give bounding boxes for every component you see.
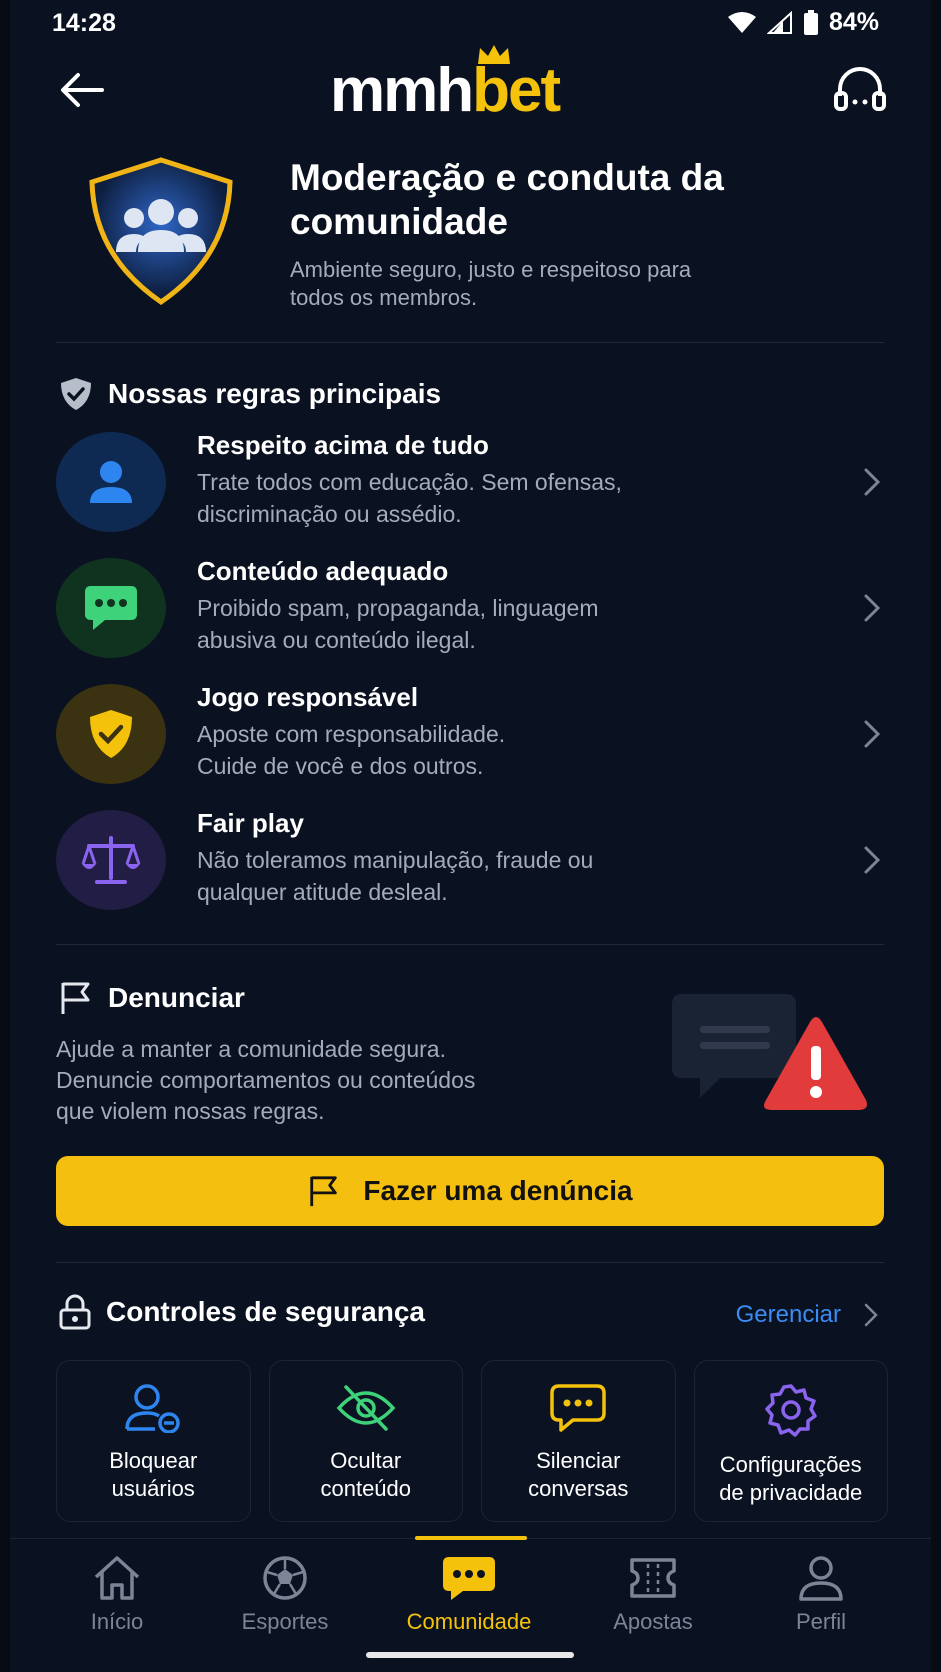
chevron-right-icon (864, 594, 881, 622)
signal-icon (766, 10, 792, 34)
lock-icon (59, 1294, 91, 1330)
flag-icon (310, 1176, 338, 1207)
rule-icon-bg (56, 684, 166, 784)
battery-percent: 84% (828, 8, 879, 36)
rule-description: Proibido spam, propaganda, linguagem abu… (197, 595, 599, 653)
eye-off-icon (336, 1385, 396, 1431)
back-button[interactable] (58, 66, 106, 114)
brand-logo: mmh bet (330, 45, 561, 125)
wifi-icon (727, 11, 756, 33)
rule-description: Aposte com responsabilidade. Cuide de vo… (197, 721, 506, 779)
nav-item-bets[interactable]: Apostas (578, 1555, 728, 1635)
rule-item-responsible-gaming[interactable]: Jogo responsável Aposte com responsabili… (56, 680, 884, 790)
status-bar: 14:28 84% (0, 0, 941, 46)
security-section-title: Controles de segurança (106, 1296, 425, 1327)
report-button[interactable]: Fazer uma denúncia (56, 1156, 884, 1226)
rules-section-header: Nossas regras principais (58, 376, 441, 412)
nav-item-home[interactable]: Início (42, 1555, 192, 1635)
rule-title: Fair play (197, 808, 304, 838)
nav-item-sports[interactable]: Esportes (210, 1555, 360, 1635)
nav-item-community[interactable]: Comunidade (394, 1555, 544, 1635)
battery-icon (803, 9, 818, 35)
divider (56, 342, 884, 343)
chevron-right-icon (864, 846, 881, 874)
rule-title: Conteúdo adequado (197, 556, 449, 586)
home-indicator[interactable] (366, 1652, 574, 1658)
nav-item-profile[interactable]: Perfil (746, 1555, 896, 1635)
hide-content-label: Ocultar conteúdo (320, 1448, 412, 1501)
block-users-card[interactable]: Bloquear usuários (56, 1360, 251, 1522)
rule-description: Trate todos com educação. Sem ofensas, d… (197, 469, 622, 527)
nav-label: Apostas (613, 1609, 693, 1634)
privacy-settings-card[interactable]: Configurações de privacidade (693, 1360, 888, 1522)
support-button[interactable] (831, 62, 889, 120)
rule-item-content[interactable]: Conteúdo adequado Proibido spam, propaga… (56, 554, 884, 664)
chat-bubble-icon (85, 586, 137, 630)
rule-icon-bg (56, 432, 166, 532)
rule-title: Respeito acima de tudo (197, 430, 489, 460)
logo-text-main: mmh (330, 56, 474, 125)
chat-bubble-icon (443, 1557, 495, 1600)
mute-conversations-card[interactable]: Silenciar conversas (481, 1360, 676, 1522)
page-title: Moderação e conduta da comunidade (290, 157, 724, 242)
security-section-header: Controles de segurança (58, 1294, 425, 1330)
report-description: Ajude a manter a comunidade segura. Denu… (56, 1036, 476, 1124)
person-icon (90, 461, 132, 503)
flag-icon (61, 982, 90, 1014)
rule-description: Não toleramos manipulação, fraude ou qua… (197, 847, 594, 905)
report-section-header: Denunciar (58, 980, 245, 1016)
page-subtitle: Ambiente seguro, justo e respeitoso para… (290, 257, 692, 310)
headset-icon (834, 67, 886, 111)
rule-item-respect[interactable]: Respeito acima de tudo Trate todos com e… (56, 428, 884, 538)
person-icon (799, 1556, 843, 1601)
rule-title: Jogo responsável (197, 682, 419, 712)
report-warning-illustration (672, 994, 867, 1110)
privacy-settings-label: Configurações de privacidade (719, 1452, 863, 1505)
shield-check-icon (61, 378, 91, 410)
report-button-label: Fazer uma denúncia (363, 1175, 633, 1206)
logo-text-accent: bet (472, 56, 561, 125)
divider (56, 944, 884, 945)
home-icon (94, 1556, 140, 1600)
nav-label: Esportes (241, 1609, 329, 1634)
chevron-right-icon (864, 720, 881, 748)
gear-icon (765, 1384, 817, 1437)
soccer-ball-icon (263, 1556, 307, 1600)
rule-item-fair-play[interactable]: Fair play Não toleramos manipulação, fra… (56, 806, 884, 916)
scales-icon (81, 836, 141, 884)
community-shield-icon (89, 157, 233, 306)
manage-link-label: Gerenciar (735, 1301, 841, 1328)
nav-label: Comunidade (406, 1609, 532, 1634)
crown-icon (478, 45, 510, 64)
nav-label: Início (90, 1609, 144, 1634)
mute-conversations-label: Silenciar conversas (528, 1448, 629, 1501)
chevron-right-icon (864, 1303, 878, 1327)
divider (56, 1262, 884, 1263)
arrow-left-icon (61, 73, 104, 107)
ticket-icon (630, 1558, 676, 1598)
rule-icon-bg (56, 810, 166, 910)
chat-mute-icon (550, 1384, 606, 1432)
nav-label: Perfil (795, 1609, 847, 1634)
rule-icon-bg (56, 558, 166, 658)
block-users-label: Bloquear usuários (109, 1448, 198, 1501)
manage-link[interactable]: Gerenciar (736, 1300, 881, 1330)
chevron-right-icon (864, 468, 881, 496)
report-section-title: Denunciar (108, 982, 245, 1013)
rules-section-title: Nossas regras principais (108, 378, 442, 409)
active-tab-indicator (415, 1536, 527, 1540)
app-header: mmh bet (0, 45, 941, 132)
hide-content-card[interactable]: Ocultar conteúdo (268, 1360, 463, 1522)
status-time: 14:28 (52, 9, 116, 37)
status-icons: 84% (727, 8, 879, 37)
security-controls-grid: Bloquear usuários Ocultar conteúdo Silen… (56, 1360, 888, 1522)
block-user-icon (125, 1384, 180, 1433)
shield-check-icon (90, 710, 132, 758)
